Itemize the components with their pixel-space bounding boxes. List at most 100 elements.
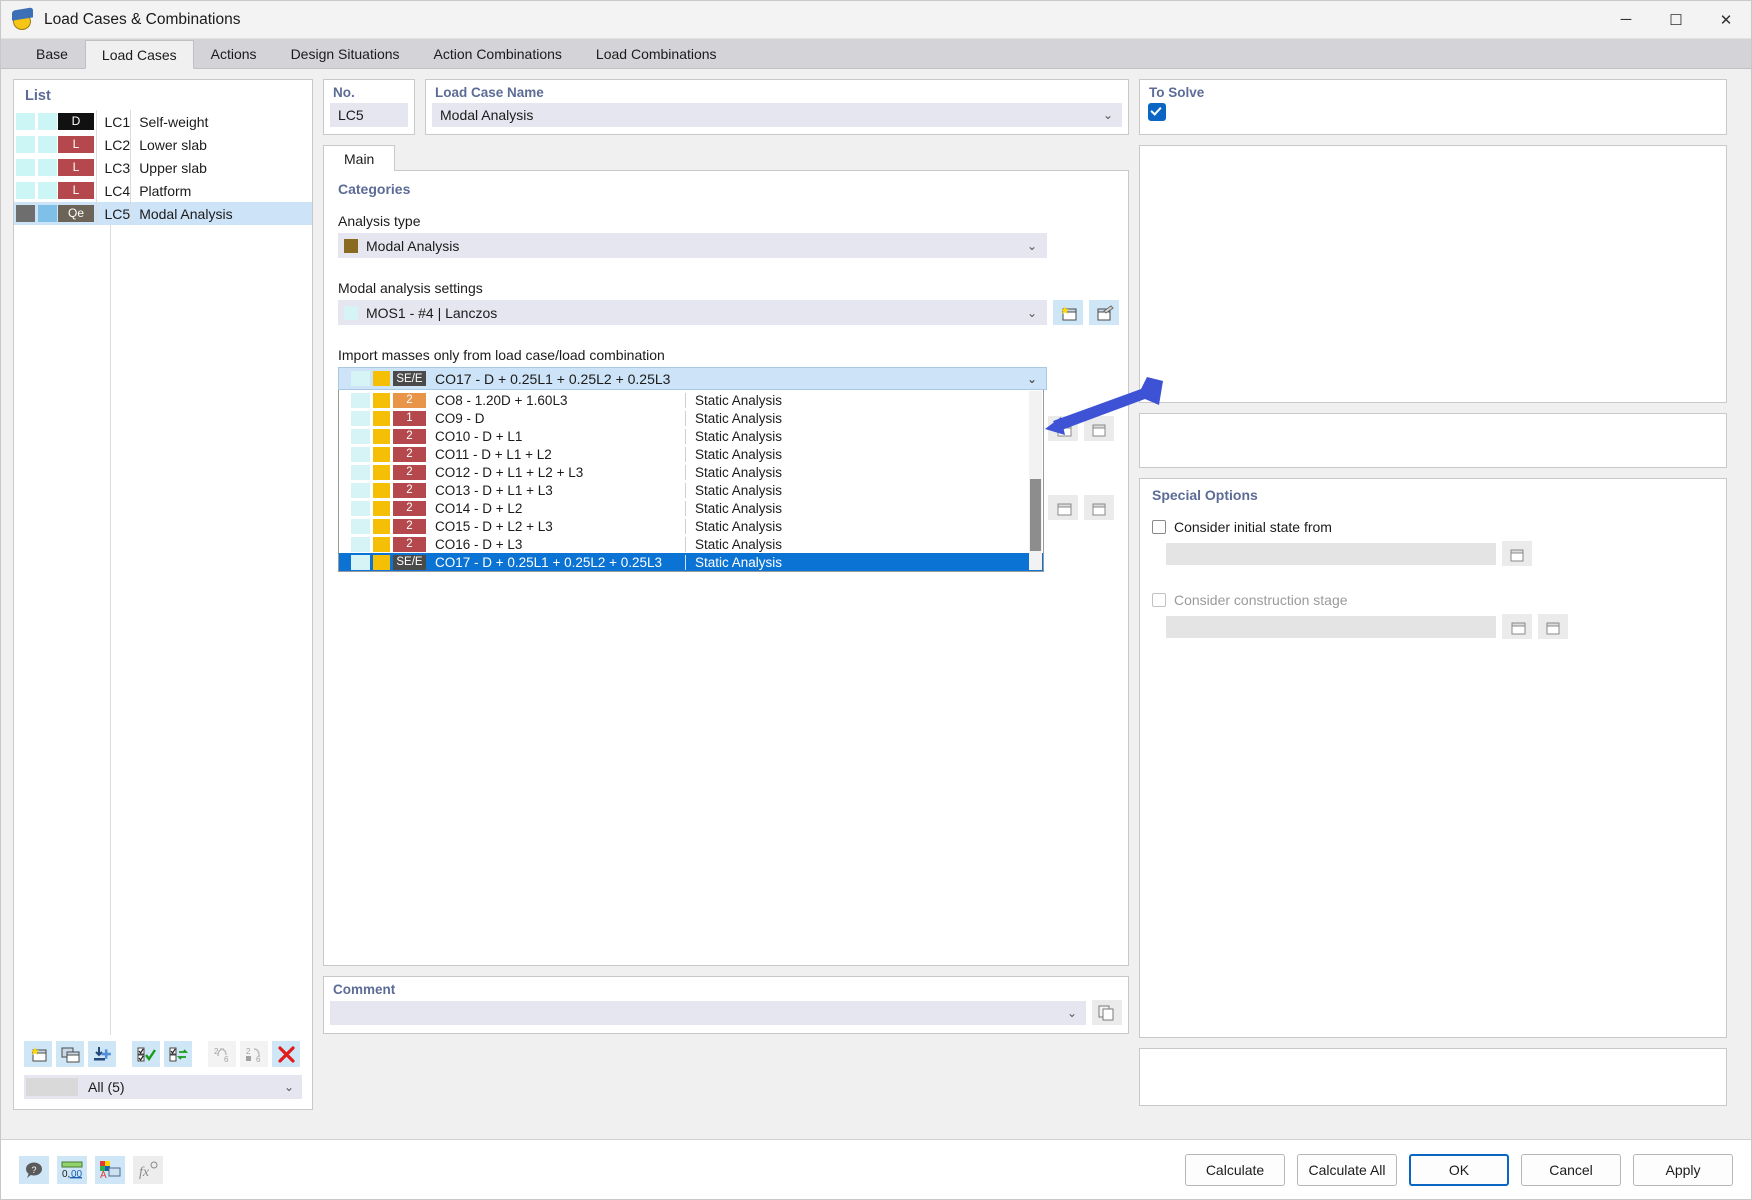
new-stability-case-button[interactable] xyxy=(1048,495,1078,520)
row-swatch-1 xyxy=(14,133,36,156)
option-type: Static Analysis xyxy=(685,518,782,534)
filter-swatch xyxy=(26,1078,78,1096)
scrollbar-thumb[interactable] xyxy=(1030,479,1041,551)
display-properties-button[interactable]: A xyxy=(95,1155,125,1184)
construction-stage-input[interactable] xyxy=(1166,615,1496,638)
edit-initial-state-button[interactable] xyxy=(1502,541,1532,566)
calculate-all-button[interactable]: Calculate All xyxy=(1297,1153,1397,1186)
svg-text:fx: fx xyxy=(139,1165,150,1179)
no-input[interactable]: LC5 xyxy=(330,103,408,127)
dropdown-scrollbar[interactable] xyxy=(1029,391,1042,570)
tab-base[interactable]: Base xyxy=(19,39,85,68)
list-item[interactable]: 2 CO13 - D + L1 + L3 Static Analysis xyxy=(339,481,1043,499)
new-structure-modification-button[interactable] xyxy=(1048,416,1078,441)
tab-load-cases[interactable]: Load Cases xyxy=(84,40,194,69)
comment-input[interactable]: ⌄ xyxy=(330,1000,1086,1025)
list-item[interactable]: 2 CO16 - D + L3 Static Analysis xyxy=(339,535,1043,553)
option-name: CO15 - D + L2 + L3 xyxy=(435,518,553,534)
to-solve-checkbox[interactable] xyxy=(1148,103,1166,121)
units-button[interactable]: 0, 00 xyxy=(57,1155,87,1184)
edit-structure-modification-button[interactable] xyxy=(1084,416,1114,441)
formula-button[interactable]: fx xyxy=(133,1155,163,1184)
tag-label: D xyxy=(58,113,94,130)
tag-label: Qe xyxy=(58,205,94,222)
chevron-down-icon: ⌄ xyxy=(1102,108,1113,122)
main-column: No. LC5 Load Case Name Modal Analysis ⌄ … xyxy=(323,79,1129,1139)
calculate-button[interactable]: Calculate xyxy=(1185,1153,1285,1186)
table-row[interactable]: L LC3 Upper slab xyxy=(14,156,312,179)
edit-stability-case-button[interactable] xyxy=(1084,495,1114,520)
table-row[interactable]: L LC2 Lower slab xyxy=(14,133,312,156)
svg-text:0,: 0, xyxy=(62,1169,70,1179)
cancel-button[interactable]: Cancel xyxy=(1521,1153,1621,1186)
option-badge: 2 xyxy=(393,446,426,462)
row-tag: L xyxy=(58,133,96,156)
copy-comment-button[interactable] xyxy=(1092,1000,1122,1025)
categories-title: Categories xyxy=(338,181,411,197)
delete-load-case-button[interactable] xyxy=(272,1041,300,1067)
tab-load-combinations[interactable]: Load Combinations xyxy=(578,39,734,68)
list-item[interactable]: 2 CO12 - D + L1 + L2 + L3 Static Analysi… xyxy=(339,463,1043,481)
modal-settings-select[interactable]: MOS1 - #4 | Lanczos ⌄ xyxy=(338,300,1047,325)
table-row[interactable]: Qe LC5 Modal Analysis xyxy=(14,202,312,225)
apply-button[interactable]: Apply xyxy=(1633,1153,1733,1186)
option-type: Static Analysis xyxy=(685,554,782,570)
import-masses-selected[interactable]: SE/E CO17 - D + 0.25L1 + 0.25L2 + 0.25L3… xyxy=(338,367,1047,390)
list-item[interactable]: 2 CO11 - D + L1 + L2 Static Analysis xyxy=(339,445,1043,463)
option-type: Static Analysis xyxy=(685,392,782,408)
row-number: LC3 xyxy=(95,156,131,179)
list-item[interactable]: 2 CO15 - D + L2 + L3 Static Analysis xyxy=(339,517,1043,535)
list-item[interactable]: 2 CO10 - D + L1 Static Analysis xyxy=(339,427,1043,445)
resort-button[interactable]: 26 xyxy=(240,1041,268,1067)
right-blank-panel-2 xyxy=(1139,413,1727,468)
analysis-type-select[interactable]: Modal Analysis ⌄ xyxy=(338,233,1047,258)
initial-state-input[interactable] xyxy=(1166,542,1496,565)
tab-actions[interactable]: Actions xyxy=(193,39,274,68)
list-item[interactable]: 1 CO9 - D Static Analysis xyxy=(339,409,1043,427)
tab-action-combinations[interactable]: Action Combinations xyxy=(416,39,579,68)
option-type: Static Analysis xyxy=(685,536,782,552)
inner-tabstrip: Main xyxy=(323,145,1129,171)
invert-selection-button[interactable] xyxy=(164,1041,192,1067)
import-masses-option-list[interactable]: 2 CO8 - 1.20D + 1.60L3 Static Analysis 1… xyxy=(338,390,1044,572)
import-masses-dropdown[interactable]: SE/E CO17 - D + 0.25L1 + 0.25L2 + 0.25L3… xyxy=(338,367,1047,572)
minimize-button[interactable]: ─ xyxy=(1601,1,1651,39)
ok-button[interactable]: OK xyxy=(1409,1153,1509,1186)
to-solve-box: To Solve xyxy=(1139,79,1727,135)
new-construction-stage-button[interactable] xyxy=(1502,614,1532,639)
list-item[interactable]: 2 CO14 - D + L2 Static Analysis xyxy=(339,499,1043,517)
special-options-box: Special Options Consider initial state f… xyxy=(1139,478,1727,1038)
copy-load-case-button[interactable] xyxy=(56,1041,84,1067)
construction-stage-checkbox[interactable] xyxy=(1152,593,1166,607)
initial-state-row[interactable]: Consider initial state from xyxy=(1152,519,1714,535)
table-row[interactable]: L LC4 Platform xyxy=(14,179,312,202)
table-row[interactable]: D LC1 Self-weight xyxy=(14,110,312,133)
window-title: Load Cases & Combinations xyxy=(44,10,241,28)
option-badge: SE/E xyxy=(393,554,426,570)
to-solve-label: To Solve xyxy=(1149,85,1205,100)
row-name: Upper slab xyxy=(130,156,312,179)
initial-state-checkbox[interactable] xyxy=(1152,520,1166,534)
list-item[interactable]: 2 CO8 - 1.20D + 1.60L3 Static Analysis xyxy=(339,391,1043,409)
tab-main[interactable]: Main xyxy=(323,145,396,171)
new-modal-settings-button[interactable] xyxy=(1053,300,1083,325)
tab-design-situations[interactable]: Design Situations xyxy=(273,39,417,68)
edit-modal-settings-button[interactable] xyxy=(1089,300,1119,325)
import-load-case-button[interactable] xyxy=(88,1041,116,1067)
edit-construction-stage-button[interactable] xyxy=(1538,614,1568,639)
load-case-name-input[interactable]: Modal Analysis ⌄ xyxy=(432,103,1122,127)
list-item[interactable]: SE/E CO17 - D + 0.25L1 + 0.25L2 + 0.25L3… xyxy=(339,553,1043,571)
help-button[interactable]: ? xyxy=(19,1155,49,1184)
list-filter-select[interactable]: All (5) ⌄ xyxy=(24,1075,302,1099)
comment-label: Comment xyxy=(333,982,396,997)
initial-state-field-row xyxy=(1166,541,1714,566)
renumber-button[interactable]: 26 xyxy=(208,1041,236,1067)
maximize-button[interactable]: ☐ xyxy=(1651,1,1701,39)
row-tag: L xyxy=(58,156,96,179)
construction-stage-row[interactable]: Consider construction stage xyxy=(1152,592,1714,608)
right-blank-panel-1 xyxy=(1139,145,1727,403)
row-swatch-1 xyxy=(14,156,36,179)
new-load-case-button[interactable] xyxy=(24,1041,52,1067)
close-button[interactable]: ✕ xyxy=(1701,1,1751,39)
select-all-button[interactable] xyxy=(132,1041,160,1067)
